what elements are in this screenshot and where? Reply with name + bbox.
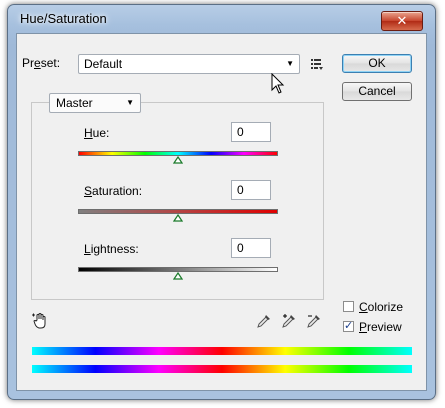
lightness-label: Lightness:	[84, 242, 139, 256]
close-icon: ✕	[396, 13, 408, 28]
eyedropper-plus-icon[interactable]	[281, 313, 297, 329]
lightness-slider-thumb[interactable]	[173, 272, 183, 280]
channel-dropdown[interactable]: Master ▼	[49, 93, 141, 113]
close-button[interactable]: ✕	[381, 11, 423, 31]
preview-label: Preview	[359, 320, 402, 334]
targeted-adjustment-hand-icon[interactable]	[32, 312, 50, 330]
output-color-bar	[32, 365, 412, 373]
saturation-input[interactable]: 0	[231, 180, 271, 200]
colorize-checkbox[interactable]	[343, 301, 354, 312]
channel-value: Master	[56, 96, 93, 110]
saturation-label: Saturation:	[84, 184, 143, 198]
dialog-title: Hue/Saturation	[20, 11, 107, 26]
eyedropper-minus-icon[interactable]	[306, 313, 322, 329]
preset-value: Default	[84, 57, 123, 71]
preset-options-icon[interactable]	[310, 57, 324, 71]
ok-button[interactable]: OK	[342, 54, 412, 73]
preview-checkbox[interactable]	[343, 319, 354, 332]
preset-label: Preset:	[22, 56, 61, 70]
preset-dropdown[interactable]: Default ▼	[78, 54, 300, 74]
chevron-down-icon: ▼	[126, 98, 134, 107]
eyedropper-icon[interactable]	[256, 313, 272, 329]
saturation-slider-thumb[interactable]	[173, 214, 183, 222]
hue-slider-thumb[interactable]	[173, 156, 183, 164]
hue-input[interactable]: 0	[231, 122, 271, 142]
hue-label: Hue:	[84, 126, 110, 140]
lightness-input[interactable]: 0	[231, 238, 271, 258]
mouse-cursor-icon	[271, 73, 285, 94]
title-bar[interactable]: Hue/Saturation ✕	[8, 5, 435, 33]
chevron-down-icon: ▼	[286, 59, 294, 68]
cancel-button[interactable]: Cancel	[342, 82, 412, 101]
colorize-label: Colorize	[359, 300, 404, 314]
input-color-bar	[32, 347, 412, 355]
